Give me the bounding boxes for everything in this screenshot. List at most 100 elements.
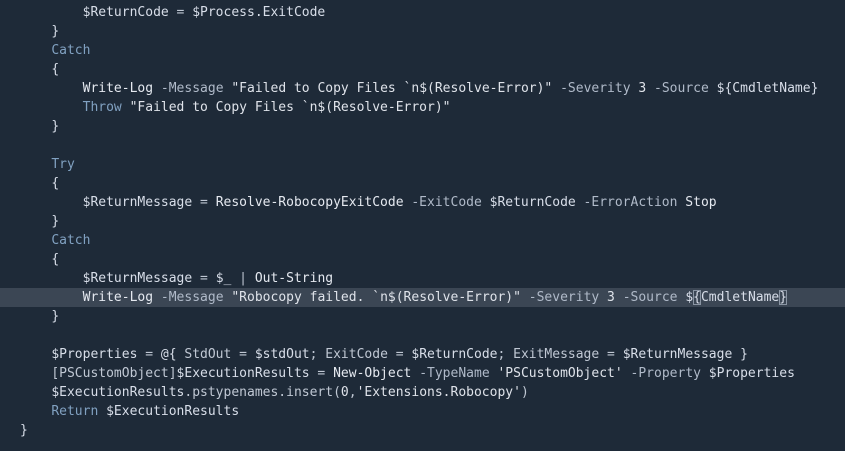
code-line[interactable]: } — [0, 307, 845, 326]
code-token: $ExecutionResults — [51, 385, 185, 400]
code-token: = — [192, 271, 216, 286]
code-token: $ReturnCode — [489, 195, 576, 210]
code-token: -Message — [153, 81, 232, 96]
code-line[interactable]: } — [0, 22, 845, 41]
code-line[interactable]: Catch — [0, 41, 845, 60]
code-line-text: Try — [20, 155, 74, 174]
code-line[interactable]: $ReturnMessage = Resolve-RobocopyExitCod… — [0, 193, 845, 212]
code-line-text: { — [20, 174, 59, 193]
code-token: Out-String — [254, 271, 334, 286]
code-line[interactable]: $Properties = @{ StdOut = $stdOut; ExitC… — [0, 345, 845, 364]
code-line-text: $ReturnCode = $Process.ExitCode — [20, 3, 326, 22]
code-line[interactable]: } — [0, 212, 845, 231]
code-token: $Process.ExitCode — [192, 5, 326, 20]
code-line[interactable]: Throw "Failed to Copy Files `n$(Resolve-… — [0, 98, 845, 117]
code-token: 3 — [638, 81, 647, 96]
code-token: $ReturnCode — [82, 5, 169, 20]
code-token: Resolve-RobocopyExitCode — [215, 195, 404, 210]
code-token: Throw — [82, 100, 122, 115]
code-line-text: } — [20, 212, 59, 231]
code-line-text: $ReturnMessage = Resolve-RobocopyExitCod… — [20, 193, 717, 212]
code-token: $Properties — [708, 366, 795, 381]
code-token: CmdletName — [732, 81, 811, 96]
code-token: -Message — [153, 290, 232, 305]
code-line-text: $Properties = @{ StdOut = $stdOut; ExitC… — [20, 345, 748, 364]
code-line[interactable]: } — [0, 421, 845, 440]
code-line-text: } — [20, 307, 59, 326]
code-token: $ReturnCode — [411, 347, 498, 362]
code-token: | — [231, 271, 255, 286]
code-token: 'PSCustomObject' — [497, 366, 623, 381]
code-line[interactable]: { — [0, 250, 845, 269]
code-token: $ReturnMessage — [622, 347, 733, 362]
code-token: -TypeName — [411, 366, 498, 381]
code-token: } — [51, 24, 60, 39]
code-token: "Robocopy failed. `n$(Resolve-Error)" — [231, 290, 521, 305]
code-line[interactable]: { — [0, 174, 845, 193]
code-token: Write-Log — [82, 81, 154, 96]
code-token: -ErrorAction — [575, 195, 686, 210]
code-token: -ExitCode — [403, 195, 490, 210]
code-token: ${ — [716, 81, 733, 96]
code-line[interactable]: } — [0, 117, 845, 136]
code-token: $ReturnMessage — [82, 271, 193, 286]
code-token: CmdletName — [700, 290, 780, 305]
code-token: } — [51, 309, 60, 324]
code-line-text: Throw "Failed to Copy Files `n$(Resolve-… — [20, 98, 451, 117]
code-line-text: Catch — [20, 41, 90, 60]
code-token: "Failed to Copy Files `n$(Resolve-Error)… — [231, 81, 553, 96]
code-token: Catch — [51, 43, 91, 58]
code-token: Write-Log — [82, 290, 154, 305]
code-token: } — [20, 423, 28, 438]
code-line[interactable] — [0, 326, 845, 345]
code-line[interactable]: { — [0, 60, 845, 79]
code-token: $stdOut — [254, 347, 310, 362]
code-line[interactable]: Return $ExecutionResults — [0, 402, 845, 421]
code-line[interactable]: Catch — [0, 231, 845, 250]
code-line[interactable]: $ReturnMessage = $_ | Out-String — [0, 269, 845, 288]
code-token: -Severity — [520, 290, 608, 305]
code-token: StdOut = — [176, 347, 255, 362]
code-line[interactable]: Try — [0, 155, 845, 174]
code-token: -Source — [646, 81, 717, 96]
code-token: 'Extensions.Robocopy' — [356, 385, 521, 400]
code-line-text: { — [20, 60, 59, 79]
code-line-text: Write-Log -Message "Failed to Copy Files… — [20, 79, 819, 98]
code-token: $ExecutionResults — [106, 404, 240, 419]
code-line-text: } — [20, 22, 59, 41]
code-token: } — [51, 214, 60, 229]
code-token: Return — [51, 404, 99, 419]
code-line[interactable]: $ReturnCode = $Process.ExitCode — [0, 3, 845, 22]
code-token: -Source — [614, 290, 686, 305]
code-line-current[interactable]: Write-Log -Message "Robocopy failed. `n$… — [0, 288, 845, 307]
code-line-text: Write-Log -Message "Robocopy failed. `n$… — [20, 288, 788, 307]
code-line[interactable]: Write-Log -Message "Failed to Copy Files… — [0, 79, 845, 98]
code-token: = — [309, 366, 334, 381]
code-token: { — [51, 252, 60, 267]
code-token: @{ — [160, 347, 177, 362]
code-line[interactable]: [PSCustomObject]$ExecutionResults = New-… — [0, 364, 845, 383]
code-token: Catch — [51, 233, 91, 248]
code-token: } — [732, 347, 748, 362]
code-line-text: $ReturnMessage = $_ | Out-String — [20, 269, 333, 288]
code-editor[interactable]: $ReturnCode = $Process.ExitCode } Catch … — [0, 0, 845, 451]
code-line-text: [PSCustomObject]$ExecutionResults = New-… — [20, 364, 795, 383]
code-token: $_ — [215, 271, 232, 286]
code-line-text: } — [20, 117, 59, 136]
code-line[interactable]: $ExecutionResults.pstypenames.insert(0,'… — [0, 383, 845, 402]
code-token: } — [810, 81, 819, 96]
code-line[interactable] — [0, 136, 845, 155]
